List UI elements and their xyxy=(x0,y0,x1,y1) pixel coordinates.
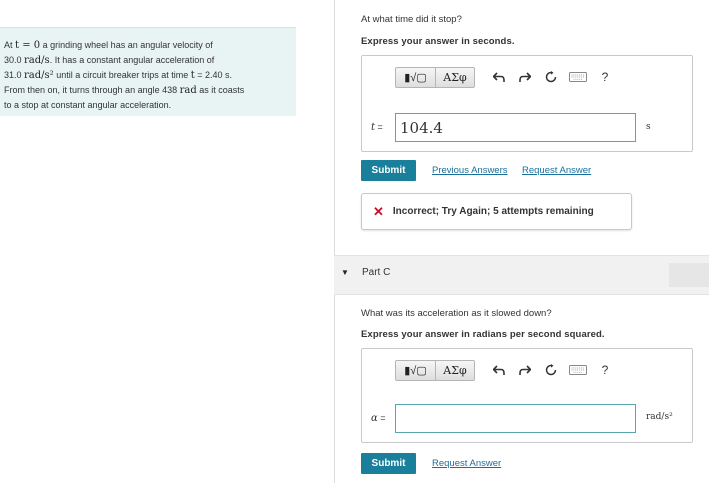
partc-title: Part C xyxy=(362,267,391,278)
template-button[interactable]: ▮√▢ xyxy=(396,67,436,87)
partc-math-toolbar: ▮√▢ ΑΣφ ? xyxy=(395,359,617,381)
partb-math-toolbar: ▮√▢ ΑΣφ ? xyxy=(395,66,617,88)
partc-input-row: α = xyxy=(371,404,636,433)
partc-request-answer-link[interactable]: Request Answer xyxy=(432,458,501,469)
reset-icon[interactable] xyxy=(539,360,563,381)
help-icon[interactable]: ? xyxy=(593,360,617,381)
keyboard-icon[interactable] xyxy=(565,67,591,88)
partb-instruction: Express your answer in seconds. xyxy=(361,36,515,47)
greek-symbols-button[interactable]: ΑΣφ xyxy=(436,68,474,87)
partb-question: At what time did it stop? xyxy=(361,14,462,25)
partc-header[interactable]: ▼ Part C xyxy=(334,255,709,295)
previous-answers-link[interactable]: Previous Answers xyxy=(432,165,508,176)
partb-template-group: ▮√▢ ΑΣφ xyxy=(395,66,475,88)
feedback-text: Incorrect; Try Again; 5 attempts remaini… xyxy=(392,206,594,217)
keyboard-icon[interactable] xyxy=(565,360,591,381)
column-divider xyxy=(334,0,335,483)
partc-variable-label: α = xyxy=(371,413,386,424)
partc-template-group: ▮√▢ ΑΣφ xyxy=(395,359,475,381)
redo-icon[interactable] xyxy=(513,360,537,381)
problem-line-4: From then on, it turns through an angle … xyxy=(4,85,245,96)
partc-header-tab xyxy=(669,263,709,287)
partc-unit-label: rad/s² xyxy=(646,412,673,422)
reset-icon[interactable] xyxy=(539,67,563,88)
partc-instruction: Express your answer in radians per secon… xyxy=(361,329,605,340)
collapse-triangle-icon[interactable]: ▼ xyxy=(341,268,349,277)
partb-request-answer-link[interactable]: Request Answer xyxy=(522,165,591,176)
problem-line-2: 30.0 rad/s. It has a constant angular ac… xyxy=(4,55,215,66)
partc-answer-input[interactable] xyxy=(395,404,636,433)
template-button[interactable]: ▮√▢ xyxy=(396,360,436,380)
problem-statement: At t = 0 a grinding wheel has an angular… xyxy=(0,27,296,116)
help-icon[interactable]: ? xyxy=(593,67,617,88)
feedback-message: ✕ Incorrect; Try Again; 5 attempts remai… xyxy=(361,193,632,230)
partb-variable-label: t = xyxy=(371,122,383,133)
undo-icon[interactable] xyxy=(487,67,511,88)
problem-line-3: 31.0 rad/s² until a circuit breaker trip… xyxy=(4,70,233,81)
greek-symbols-button[interactable]: ΑΣφ xyxy=(436,361,474,380)
partb-answer-input[interactable] xyxy=(395,113,636,142)
partb-input-row: t = xyxy=(371,113,636,142)
redo-icon[interactable] xyxy=(513,67,537,88)
partb-unit-label: s xyxy=(646,122,651,132)
problem-line-5: to a stop at constant angular accelerati… xyxy=(4,100,172,110)
partb-submit-button[interactable]: Submit xyxy=(361,160,416,181)
partb-answer-box: ▮√▢ ΑΣφ ? t = s xyxy=(361,55,693,152)
undo-icon[interactable] xyxy=(487,360,511,381)
partc-submit-button[interactable]: Submit xyxy=(361,453,416,474)
problem-line-1: At t = 0 a grinding wheel has an angular… xyxy=(4,40,213,51)
partc-answer-box: ▮√▢ ΑΣφ ? α = rad/s² xyxy=(361,348,693,443)
error-x-icon: ✕ xyxy=(373,203,384,219)
partc-question: What was its acceleration as it slowed d… xyxy=(361,308,552,319)
